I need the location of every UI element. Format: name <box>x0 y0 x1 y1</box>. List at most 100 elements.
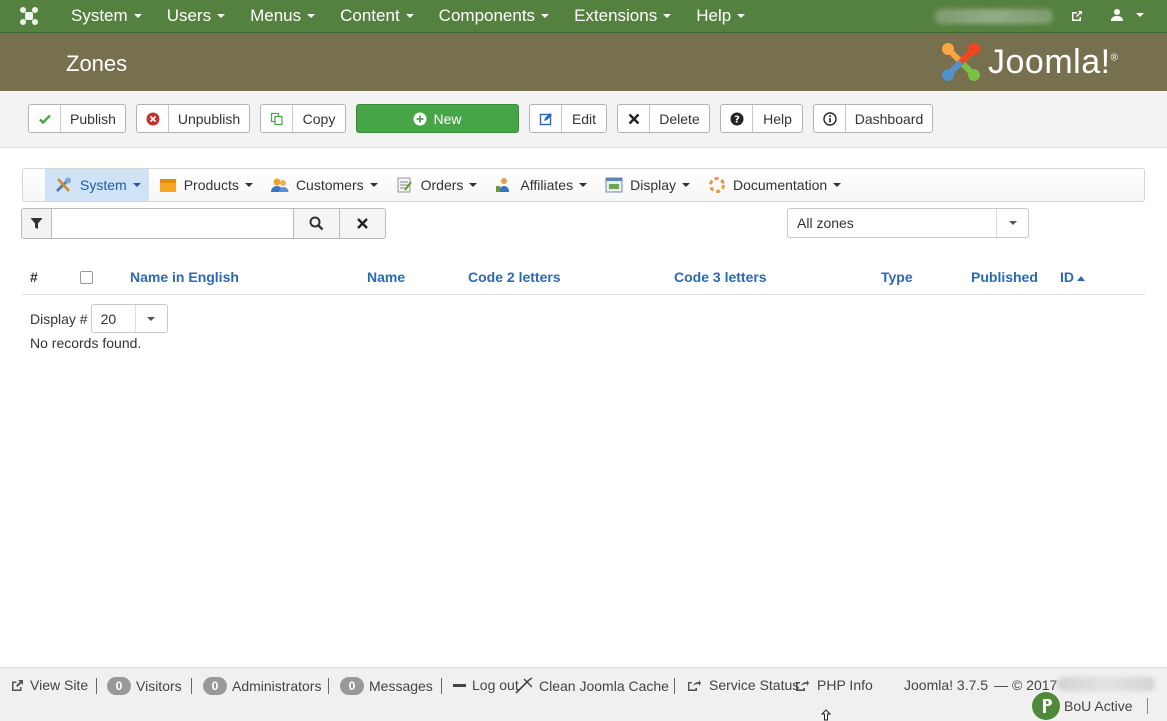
bou-logo-icon <box>1032 692 1060 720</box>
zone-filter-value: All zones <box>797 215 854 231</box>
compmenu-system[interactable]: System <box>45 169 149 201</box>
edit-icon <box>530 105 562 132</box>
chevron-down-icon <box>405 14 414 18</box>
orders-icon <box>396 177 414 193</box>
topnav-extensions[interactable]: Extensions <box>561 0 683 33</box>
php-info-link[interactable]: PHP Info <box>795 677 873 693</box>
compmenu-display[interactable]: Display <box>595 169 698 201</box>
dashboard-button[interactable]: Dashboard <box>813 104 933 133</box>
column-header-id[interactable]: ID <box>1060 269 1085 285</box>
topnav-system[interactable]: System <box>58 0 154 33</box>
clear-search-button[interactable] <box>340 208 386 239</box>
visitors-link[interactable]: 0 Visitors <box>107 677 182 695</box>
topnav-menus[interactable]: Menus <box>237 0 327 33</box>
edit-button[interactable]: Edit <box>529 104 607 133</box>
display-window-icon <box>605 177 623 193</box>
status-bar: View Site 0 Visitors 0 Administrators 0 … <box>0 667 1167 721</box>
chevron-down-icon <box>133 14 142 18</box>
chevron-down-icon <box>244 183 253 187</box>
info-circle-icon <box>814 105 846 132</box>
copy-button[interactable]: Copy <box>260 104 346 133</box>
joomla-logo-icon[interactable] <box>0 0 58 33</box>
column-header-published[interactable]: Published <box>971 269 1038 285</box>
service-status-link[interactable]: Service Status <box>687 677 799 693</box>
display-limit-label: Display # <box>30 310 88 327</box>
toolbar: Publish Unpublish Copy New Edit Delete ?… <box>0 91 1167 148</box>
compmenu-products[interactable]: Products <box>149 169 261 201</box>
copy-icon <box>261 105 293 132</box>
help-button[interactable]: ? Help <box>720 104 803 133</box>
chevron-down-icon <box>682 183 690 187</box>
administrators-link[interactable]: 0 Administrators <box>203 677 321 695</box>
share-icon <box>796 679 809 691</box>
component-menu: System Products Customers Orders Affilia… <box>22 168 1145 202</box>
bou-status[interactable]: BoU Active <box>1032 692 1149 720</box>
chevron-down-icon <box>996 209 1028 237</box>
display-limit-select[interactable]: 20 <box>90 304 168 333</box>
messages-link[interactable]: 0 Messages <box>340 677 433 695</box>
compmenu-documentation[interactable]: Documentation <box>698 169 849 201</box>
lifebuoy-icon <box>708 177 726 193</box>
delete-button[interactable]: Delete <box>617 104 710 133</box>
close-icon <box>357 218 368 229</box>
user-icon <box>1111 9 1123 21</box>
question-circle-icon: ? <box>721 105 753 132</box>
messages-count-badge: 0 <box>340 677 364 695</box>
select-all-checkbox[interactable] <box>80 271 93 284</box>
topnav-users[interactable]: Users <box>154 0 237 33</box>
chevron-down-icon <box>579 183 588 187</box>
clean-cache-link[interactable]: Clean Joomla Cache <box>515 677 669 694</box>
chevron-down-icon <box>833 183 842 187</box>
logout-link[interactable]: Log out <box>453 677 519 693</box>
compmenu-customers[interactable]: Customers <box>261 169 386 201</box>
brand-text: Joomla!® <box>988 42 1119 81</box>
close-icon <box>618 105 650 132</box>
svg-text:?: ? <box>734 114 740 125</box>
publish-button[interactable]: Publish <box>28 104 126 133</box>
new-button[interactable]: New <box>356 104 519 133</box>
top-navbar: System Users Menus Content Components Extensi… <box>0 0 1167 33</box>
search-icon <box>309 216 324 231</box>
chevron-down-icon <box>1136 13 1144 17</box>
search-filter-bar <box>21 208 386 239</box>
admins-count-badge: 0 <box>203 677 227 695</box>
topnav-help[interactable]: Help <box>683 0 757 33</box>
column-header-code2[interactable]: Code 2 letters <box>468 269 561 285</box>
version-info: Joomla! 3.7.5 — © 2017 <box>904 677 1058 693</box>
share-icon <box>688 679 701 691</box>
check-icon <box>29 105 61 132</box>
top-menu: System Users Menus Content Components Extensi… <box>58 0 757 33</box>
column-header-code3[interactable]: Code 3 letters <box>674 269 767 285</box>
minus-icon <box>453 683 466 687</box>
column-header-name[interactable]: Name <box>367 269 405 285</box>
view-site-link[interactable]: View Site <box>11 677 88 693</box>
filter-icon <box>30 218 43 229</box>
display-limit-value: 20 <box>100 310 117 327</box>
user-menu[interactable] <box>1110 8 1144 22</box>
topnav-components[interactable]: Components <box>426 0 561 33</box>
chevron-down-icon <box>217 14 226 18</box>
column-header-name-english[interactable]: Name in English <box>130 269 239 285</box>
broom-icon <box>515 677 533 694</box>
chevron-down-icon <box>737 14 746 18</box>
column-header-type[interactable]: Type <box>881 269 913 285</box>
chevron-down-icon <box>369 183 378 187</box>
topnav-content[interactable]: Content <box>327 0 426 33</box>
zone-filter-select[interactable]: All zones <box>787 208 1029 238</box>
search-input[interactable] <box>52 208 294 239</box>
chevron-down-icon <box>134 305 167 332</box>
display-limit-row: Display # 20 <box>30 304 168 333</box>
chevron-down-icon <box>663 14 672 18</box>
compmenu-affiliates[interactable]: Affiliates <box>485 169 595 201</box>
external-link-icon[interactable] <box>1070 9 1084 26</box>
joomla-brand: Joomla!® <box>940 41 1118 83</box>
plus-circle-icon <box>413 112 427 125</box>
unpublish-button[interactable]: Unpublish <box>136 104 250 133</box>
filter-toggle-button[interactable] <box>21 208 52 239</box>
compmenu-orders[interactable]: Orders <box>386 169 486 201</box>
search-button[interactable] <box>294 208 340 239</box>
chevron-down-icon <box>469 183 478 187</box>
customers-icon <box>270 177 289 193</box>
external-link-icon <box>12 679 23 691</box>
sort-ascending-icon <box>1077 275 1085 281</box>
